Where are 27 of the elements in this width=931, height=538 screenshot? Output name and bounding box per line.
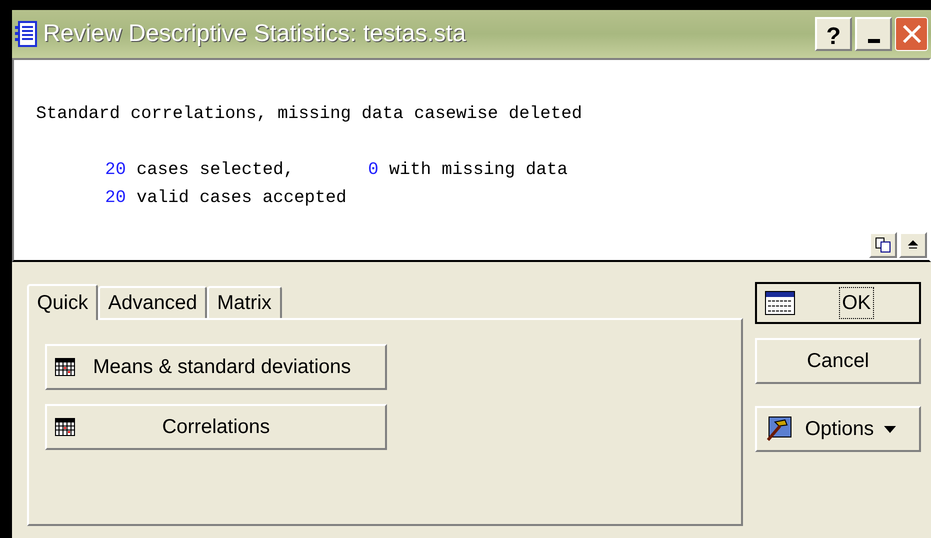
table-icon bbox=[765, 291, 795, 315]
collapse-button[interactable] bbox=[899, 232, 927, 258]
analysis-button[interactable]: Correlations bbox=[45, 404, 387, 450]
close-button[interactable] bbox=[895, 17, 928, 51]
close-icon bbox=[902, 24, 922, 44]
minimize-icon bbox=[868, 39, 880, 43]
output-line: 20 cases selected, 0 with missing data bbox=[104, 159, 569, 182]
tab[interactable]: Advanced bbox=[98, 286, 208, 318]
tab[interactable]: Quick bbox=[27, 284, 98, 320]
output-line: Standard correlations, missing data casewise deleted bbox=[36, 103, 584, 126]
ok-button[interactable]: OK bbox=[755, 282, 921, 324]
cancel-button[interactable]: Cancel bbox=[755, 338, 921, 384]
table-grid-icon bbox=[55, 358, 75, 376]
dropdown-arrow-icon bbox=[884, 426, 896, 432]
hammer-icon bbox=[765, 416, 793, 442]
document-icon bbox=[15, 21, 37, 47]
copy-button[interactable] bbox=[869, 232, 897, 258]
tab[interactable]: Matrix bbox=[207, 286, 282, 318]
output-line: 20 valid cases accepted bbox=[104, 187, 348, 210]
copy-icon bbox=[875, 237, 891, 253]
minimize-button[interactable] bbox=[855, 17, 892, 51]
options-button[interactable]: Options bbox=[755, 406, 921, 452]
analysis-button[interactable]: Means & standard deviations bbox=[45, 344, 387, 390]
window-title: Review Descriptive Statistics: testas.sta bbox=[43, 19, 467, 49]
up-arrow-icon bbox=[908, 240, 918, 250]
table-grid-icon bbox=[55, 418, 75, 436]
help-button[interactable]: ? bbox=[815, 17, 852, 51]
